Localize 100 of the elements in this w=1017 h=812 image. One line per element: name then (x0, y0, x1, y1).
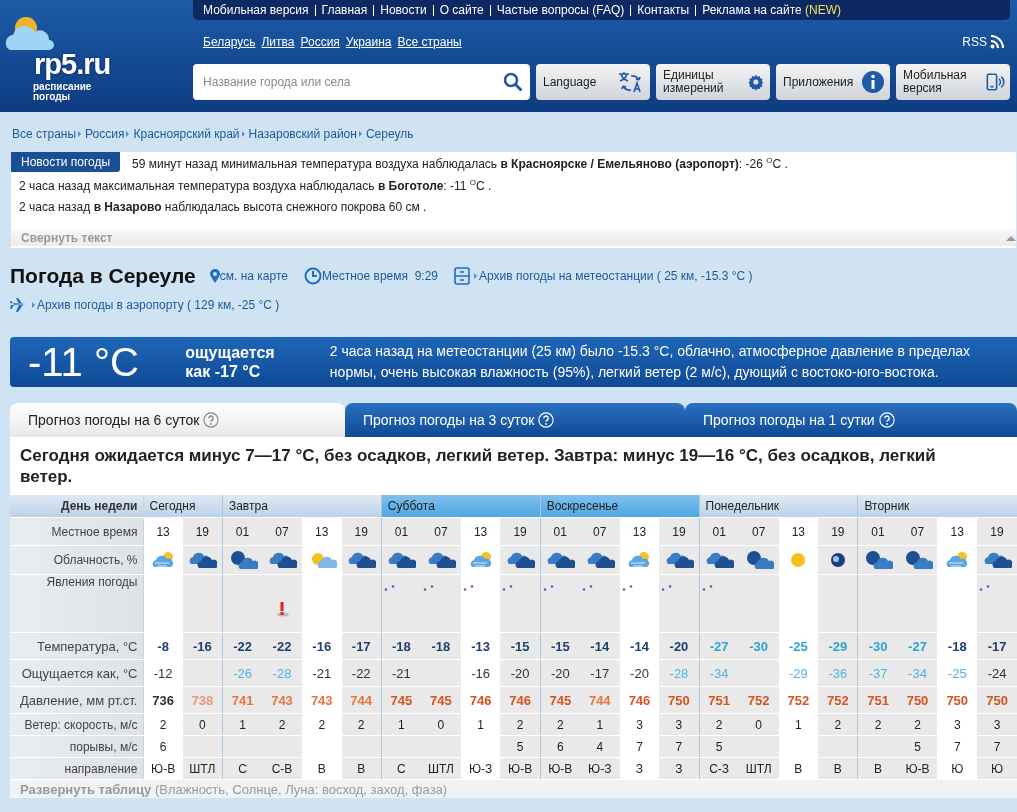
news-label: Новости погоды (11, 152, 121, 172)
table-cell: -36 (818, 659, 858, 687)
nav-link[interactable]: Главная (314, 4, 374, 16)
table-cell: -29 (818, 632, 858, 660)
day-header: Понедельник (699, 495, 858, 518)
forecast-tab[interactable]: Прогноз погоды на 6 суток (10, 403, 345, 437)
nav-link[interactable]: Реклама на сайте (NEW) (695, 4, 848, 16)
current-temperature: -11 °C (27, 339, 140, 385)
snow-dots-icon (661, 585, 674, 591)
breadcrumb-link[interactable]: Назаровский район (248, 127, 357, 141)
day-header: Вторник (857, 495, 1017, 518)
table-cell: 745 (381, 686, 422, 714)
table-cell: В (857, 757, 898, 780)
info-link[interactable]: см. на карте (219, 269, 288, 283)
info-link[interactable]: Архив погоды в аэропорту ( 129 км, -25 °C ) (37, 298, 280, 312)
phone-icon (984, 70, 1005, 94)
row-label: порывы, м/с (10, 735, 143, 758)
table-cell: 750 (937, 686, 978, 714)
info-icon (861, 70, 885, 94)
table-cell: -22 (262, 632, 302, 660)
table-cell: -22 (222, 632, 263, 660)
country-link[interactable]: Беларусь (203, 35, 256, 49)
snow-dots-icon (621, 585, 634, 591)
nav-link[interactable]: Частые вопросы (FAQ) (489, 4, 631, 16)
table-cell: -18 (421, 632, 461, 660)
table-cell: -20 (500, 659, 541, 687)
forecast-tab[interactable]: Прогноз погоды на 1 сутки (685, 403, 1017, 437)
country-link[interactable]: Все страны (397, 35, 462, 49)
table-cell: С-З (699, 757, 739, 780)
table-cell: -15 (500, 632, 541, 660)
toolbar-button[interactable]: Мобильная версия (896, 64, 1010, 100)
help-icon (878, 412, 895, 428)
feels-like-text: ощущается как -17 °C (185, 343, 276, 381)
table-cell: З (659, 757, 700, 780)
forecast-tab[interactable]: Прогноз погоды на 3 суток (345, 403, 685, 437)
table-cell: С-В (262, 757, 302, 780)
table-cell: Ю-В (500, 757, 541, 780)
weather-description: 2 часа назад на метеостанции (25 км) было -15.3 °C, облачно, атмосферное давление в пределах нормы, очень высокая влажность (95%), легкий ветер (2 м/с), дующий с востоко-юго-востока. (329, 342, 972, 382)
day-header: Завтра (222, 495, 382, 518)
country-link[interactable]: Украина (345, 35, 392, 49)
table-cell: 7 (937, 735, 978, 758)
table-cell: Ю (937, 757, 978, 780)
caret-icon (241, 131, 245, 137)
row-label: Температура, °C (10, 632, 143, 660)
caret-icon (358, 131, 362, 137)
caret-icon (32, 302, 35, 308)
exclamation-icon (275, 601, 289, 617)
rss-icon (990, 35, 1004, 49)
day-header: Суббота (381, 495, 541, 518)
nav-link[interactable]: Контакты (630, 4, 696, 16)
country-link[interactable]: Россия (300, 35, 340, 49)
breadcrumb-link[interactable]: Все страны (12, 127, 77, 141)
table-cell: 741 (222, 686, 263, 714)
table-cell: -28 (262, 659, 302, 687)
country-link[interactable]: Литва (261, 35, 295, 49)
info-link[interactable]: Местное время 9:29 (321, 269, 439, 283)
news-text: 2 часа назад максимальная температура воздуха наблюдалась в Боготоле: -11 $^{O}$C . (18, 177, 493, 195)
table-cell: -37 (857, 659, 898, 687)
breadcrumb-link[interactable]: Красноярский край (133, 127, 240, 141)
toolbar-button[interactable]: Приложения (776, 64, 890, 100)
table-cell: 2 (818, 713, 858, 736)
collapse-arrow-icon (1006, 235, 1016, 241)
nav-link[interactable]: Мобильная версия (197, 4, 315, 16)
table-cell: 2 (262, 713, 302, 736)
snow-dots-icon (502, 585, 515, 591)
table-cell: -34 (699, 659, 739, 687)
search-field[interactable]: Название города или села (193, 64, 530, 100)
logo-text[interactable]: rp5.ru (34, 48, 111, 81)
table-cell: 743 (262, 686, 302, 714)
toolbar-button[interactable]: Единицы измерений (656, 64, 770, 100)
table-cell: 6 (540, 735, 580, 758)
table-cell: 745 (540, 686, 580, 714)
info-link[interactable]: Архив погоды на метеостанции ( 25 км, -15.3 °C ) (479, 269, 753, 283)
table-cell: 07 (262, 517, 302, 546)
toolbar-button[interactable]: Language (536, 64, 650, 100)
table-cell: 2 (857, 713, 898, 736)
row-label: Облачность, % (10, 545, 143, 575)
breadcrumb-link[interactable]: Сереуль (365, 127, 414, 141)
day-header: Воскресенье (540, 495, 700, 518)
snow-dots-icon (542, 585, 555, 591)
day-header: Сегодня (143, 495, 223, 518)
table-cell: С (222, 757, 263, 780)
cloud-moon-icon (863, 549, 894, 571)
table-cell: -20 (659, 632, 700, 660)
table-cell: 2 (699, 713, 739, 736)
map-pin-icon (209, 269, 220, 283)
table-cell: Ю-В (540, 757, 580, 780)
table-cell: С (381, 757, 422, 780)
snow-dots-icon (581, 585, 594, 591)
page-title: Погода в Сереуле (10, 264, 196, 288)
table-cell: -17 (977, 632, 1017, 660)
breadcrumb-link[interactable]: Россия (85, 127, 125, 141)
table-cell: 746 (500, 686, 541, 714)
table-cell: 2 (540, 713, 580, 736)
nav-link[interactable]: О сайте (432, 4, 490, 16)
rss-link[interactable]: RSS (962, 35, 987, 49)
nav-link[interactable]: Новости (373, 4, 433, 16)
table-cell: -24 (977, 659, 1017, 687)
caret-icon (126, 131, 130, 137)
table-cell: 7 (659, 735, 700, 758)
